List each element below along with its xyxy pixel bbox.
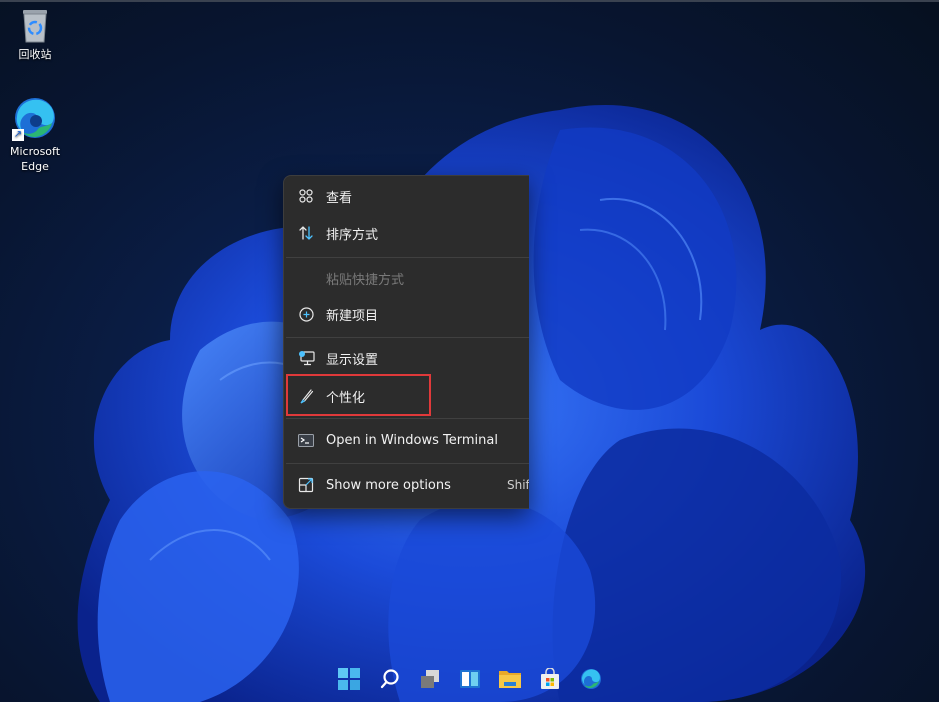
taskbar-edge-button[interactable] [578, 668, 604, 694]
edge-icon: ↗ [12, 95, 58, 141]
desktop-context-menu: 查看 排序方式 粘贴快捷方式 新建项目 显示设置 个性化 Open in Win… [283, 175, 529, 509]
sort-arrows-icon [297, 224, 315, 242]
menu-item-show-more-options[interactable]: Show more options Shift+F10 [288, 467, 529, 503]
shortcut-hint: Shift+F10 [507, 478, 529, 492]
edge-label-line2: Edge [21, 160, 49, 173]
menu-item-paste-shortcut[interactable]: 粘贴快捷方式 [288, 260, 529, 296]
view-grid-icon [297, 187, 315, 205]
taskbar-task-view-button[interactable] [417, 668, 443, 694]
store-icon [539, 667, 561, 694]
display-settings-icon [297, 349, 315, 367]
terminal-icon [297, 431, 315, 449]
highlight-box-personalize [286, 374, 431, 416]
taskbar-start-button[interactable] [336, 668, 362, 694]
top-border [0, 0, 939, 2]
menu-item-label: 显示设置 [326, 352, 379, 368]
menu-separator [286, 337, 529, 338]
taskbar-widgets-button[interactable] [457, 668, 483, 694]
taskbar-search-button[interactable] [377, 668, 403, 694]
recycle-bin-label: 回收站 [18, 48, 52, 61]
desktop[interactable]: 回收站 ↗ Microsoft Edge 查看 排序方式 粘贴快捷方式 新建项目… [0, 0, 939, 702]
menu-item-label: 查看 [326, 190, 353, 206]
open-external-icon [297, 476, 315, 494]
menu-separator [286, 418, 529, 419]
desktop-icon-recycle-bin[interactable]: 回收站 [0, 8, 70, 62]
edge-label-line1: Microsoft [9, 145, 61, 158]
shortcut-arrow-icon: ↗ [12, 129, 24, 141]
menu-item-label: Open in Windows Terminal [326, 432, 498, 448]
menu-item-label: 新建项目 [326, 308, 379, 324]
search-icon [379, 668, 401, 694]
menu-separator [286, 257, 529, 258]
menu-item-open-terminal[interactable]: Open in Windows Terminal [288, 422, 529, 458]
widgets-icon [459, 668, 481, 694]
menu-item-label: Show more options [326, 477, 451, 493]
plus-circle-icon [297, 305, 315, 323]
desktop-icon-edge[interactable]: ↗ Microsoft Edge [0, 95, 70, 174]
menu-item-display-settings[interactable]: 显示设置 [288, 340, 529, 376]
menu-item-new[interactable]: 新建项目 [288, 296, 529, 332]
menu-item-label: 粘贴快捷方式 [326, 272, 405, 288]
menu-separator [286, 463, 529, 464]
menu-item-label: 排序方式 [326, 227, 379, 243]
taskbar-store-button[interactable] [537, 667, 563, 694]
menu-item-sort-by[interactable]: 排序方式 [288, 215, 529, 251]
recycle-bin-icon [20, 8, 50, 44]
folder-icon [498, 668, 522, 694]
windows-start-icon [338, 668, 360, 694]
menu-item-view[interactable]: 查看 [288, 178, 529, 214]
edge-icon [580, 668, 602, 694]
taskbar-file-explorer-button[interactable] [497, 668, 523, 694]
task-view-icon [419, 668, 441, 694]
